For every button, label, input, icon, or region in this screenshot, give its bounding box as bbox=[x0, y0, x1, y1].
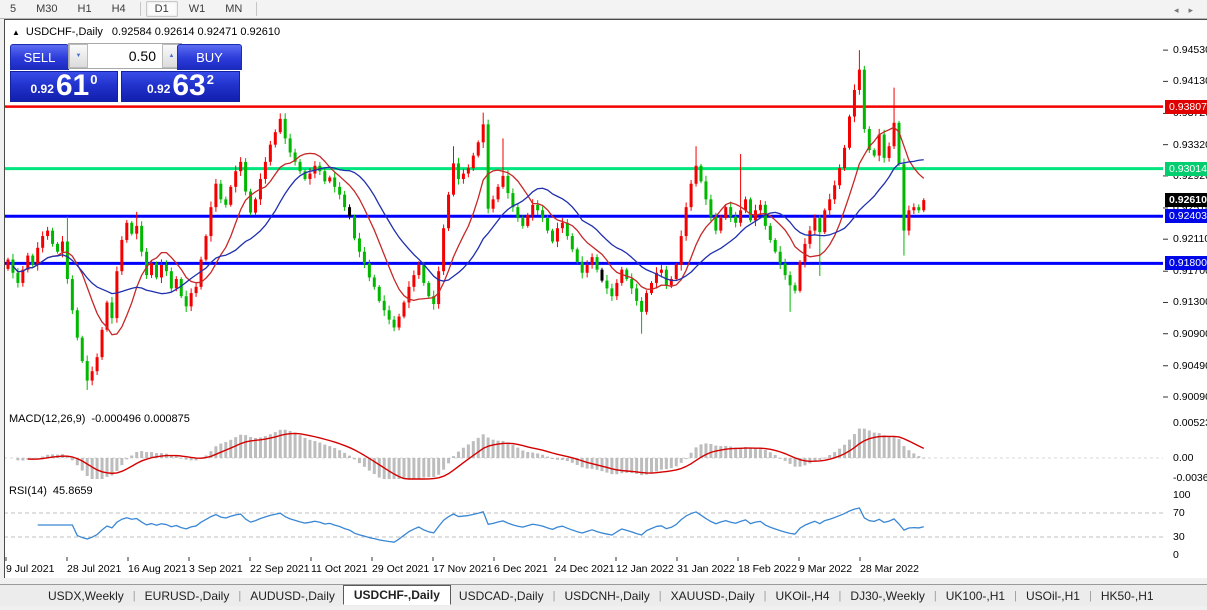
timeframe-button-h4[interactable]: H4 bbox=[103, 1, 135, 17]
timeframe-button-mn[interactable]: MN bbox=[216, 1, 251, 17]
date-label: 9 Mar 2022 bbox=[799, 563, 852, 575]
sell-price-display[interactable]: 0.92610 bbox=[10, 71, 118, 102]
timeframe-button-h1[interactable]: H1 bbox=[69, 1, 101, 17]
buy-button[interactable]: BUY bbox=[177, 44, 242, 70]
sell-price-base: 0.92 bbox=[31, 82, 54, 96]
date-label: 28 Mar 2022 bbox=[860, 563, 919, 575]
tab-eurusd-daily[interactable]: EURUSD-,Daily bbox=[137, 587, 238, 605]
sell-price-pip: 0 bbox=[90, 72, 97, 87]
date-label: 29 Oct 2021 bbox=[372, 563, 429, 575]
price-tick-label: 0.94130 bbox=[1173, 75, 1207, 87]
date-label: 22 Sep 2021 bbox=[250, 563, 310, 575]
tab-usdchf-daily[interactable]: USDCHF-,Daily bbox=[343, 585, 451, 605]
date-label: 12 Jan 2022 bbox=[616, 563, 674, 575]
tab-scroll-arrows: ◂▸ bbox=[1174, 5, 1203, 16]
date-label: 11 Oct 2021 bbox=[311, 563, 367, 575]
macd-indicator-label: MACD(12,26,9) -0.000496 0.000875 bbox=[9, 413, 190, 425]
price-level-badge: 0.93807 bbox=[1165, 100, 1207, 114]
price-tick-label: 0.90090 bbox=[1173, 391, 1207, 403]
ohlc-values: 0.92584 0.92614 0.92471 0.92610 bbox=[112, 26, 280, 38]
chart-canvas[interactable] bbox=[4, 19, 1207, 578]
date-label: 24 Dec 2021 bbox=[555, 563, 615, 575]
rsi-tick-label: 100 bbox=[1173, 489, 1191, 501]
tab-uk100-h1[interactable]: UK100-,H1 bbox=[938, 587, 1013, 605]
rsi-tick-label: 30 bbox=[1173, 531, 1185, 543]
timeframe-button-w1[interactable]: W1 bbox=[180, 1, 215, 17]
price-axis[interactable]: 0.945300.941300.937200.933200.929200.925… bbox=[1164, 19, 1207, 578]
date-label: 28 Jul 2021 bbox=[67, 563, 121, 575]
tab-usdx-weekly[interactable]: USDX,Weekly bbox=[40, 587, 132, 605]
macd-tick-label: -0.00362 bbox=[1173, 472, 1207, 484]
chart-bottom-border bbox=[4, 19, 1207, 20]
toolbar-separator bbox=[256, 2, 257, 16]
rsi-tick-label: 70 bbox=[1173, 507, 1185, 519]
price-level-badge: 0.92403 bbox=[1165, 209, 1207, 223]
price-level-badge: 0.91800 bbox=[1165, 256, 1207, 270]
price-tick-label: 0.94530 bbox=[1173, 44, 1207, 56]
one-click-trade-panel: SELL ▼ ▲ BUY 0.92610 0.92632 bbox=[10, 43, 240, 101]
price-tick-label: 0.90490 bbox=[1173, 360, 1207, 372]
date-label: 18 Feb 2022 bbox=[738, 563, 797, 575]
tab-usdcnh-daily[interactable]: USDCNH-,Daily bbox=[556, 587, 657, 605]
price-level-badge: 0.93014 bbox=[1165, 162, 1207, 176]
tab-dj30-weekly[interactable]: DJ30-,Weekly bbox=[842, 587, 932, 605]
timeframe-button-5[interactable]: 5 bbox=[1, 1, 25, 17]
volume-input[interactable] bbox=[88, 44, 162, 68]
date-label: 6 Dec 2021 bbox=[494, 563, 548, 575]
buy-price-pip: 2 bbox=[207, 72, 214, 87]
date-label: 31 Jan 2022 bbox=[677, 563, 735, 575]
volume-stepper: ▼ ▲ bbox=[68, 43, 182, 69]
toolbar-separator bbox=[140, 2, 141, 16]
chevron-up-icon: ▲ bbox=[169, 53, 175, 59]
macd-tick-label: 0.00523 bbox=[1173, 417, 1207, 429]
price-tick-label: 0.92110 bbox=[1173, 233, 1207, 245]
symbol-period-label: USDCHF-,Daily bbox=[26, 26, 103, 38]
rsi-tick-label: 0 bbox=[1173, 549, 1179, 561]
price-axis-separator bbox=[4, 19, 5, 578]
tab-usoil-h1[interactable]: USOil-,H1 bbox=[1018, 587, 1088, 605]
collapse-trade-panel-icon[interactable]: ▲ bbox=[12, 28, 20, 37]
mt4-window: 5M30H1H4 D1W1MN ▲ USDCHF-,Daily 0.92584 0.9… bbox=[0, 0, 1207, 610]
chart-area[interactable]: ▲ USDCHF-,Daily 0.92584 0.92614 0.92471 0.… bbox=[4, 19, 1207, 578]
date-label: 17 Nov 2021 bbox=[433, 563, 493, 575]
date-label: 3 Sep 2021 bbox=[189, 563, 243, 575]
timeframe-toolbar: 5M30H1H4 D1W1MN bbox=[0, 0, 1207, 19]
tab-scroll-right-button[interactable]: ▸ bbox=[1188, 5, 1203, 15]
buy-price-base: 0.92 bbox=[147, 82, 170, 96]
macd-name: MACD(12,26,9) bbox=[9, 413, 85, 425]
price-tick-label: 0.93320 bbox=[1173, 139, 1207, 151]
tab-audusd-daily[interactable]: AUDUSD-,Daily bbox=[242, 587, 343, 605]
tab-ukoil-h4[interactable]: UKOil-,H4 bbox=[768, 587, 838, 605]
date-axis[interactable]: 9 Jul 2021 28 Jul 2021 16 Aug 20213 Sep 20… bbox=[4, 558, 1164, 578]
timeframe-button-m30[interactable]: M30 bbox=[27, 1, 66, 17]
tab-xauusd-daily[interactable]: XAUUSD-,Daily bbox=[663, 587, 763, 605]
rsi-value: 45.8659 bbox=[53, 485, 93, 497]
timeframe-button-d1[interactable]: D1 bbox=[146, 1, 178, 17]
macd-tick-label: 0.00 bbox=[1173, 452, 1193, 464]
date-label: 9 Jul 2021 bbox=[6, 563, 54, 575]
tab-usdcad-daily[interactable]: USDCAD-,Daily bbox=[451, 587, 552, 605]
price-tick-label: 0.90900 bbox=[1173, 328, 1207, 340]
buy-price-big: 63 bbox=[172, 73, 205, 99]
chevron-down-icon: ▼ bbox=[76, 53, 82, 59]
rsi-indicator-label: RSI(14) 45.8659 bbox=[9, 485, 93, 497]
date-label: 16 Aug 2021 bbox=[128, 563, 187, 575]
rsi-name: RSI(14) bbox=[9, 485, 47, 497]
price-tick-label: 0.91300 bbox=[1173, 296, 1207, 308]
chart-title: ▲ USDCHF-,Daily 0.92584 0.92614 0.92471 0.… bbox=[12, 26, 280, 38]
sell-price-big: 61 bbox=[56, 73, 89, 99]
volume-decrease-button[interactable]: ▼ bbox=[69, 44, 88, 68]
buy-price-display[interactable]: 0.92632 bbox=[121, 71, 240, 102]
tab-hk50-h1[interactable]: HK50-,H1 bbox=[1093, 587, 1162, 605]
macd-values: -0.000496 0.000875 bbox=[91, 413, 189, 425]
current-price-badge: 0.92610 bbox=[1165, 193, 1207, 207]
sell-button[interactable]: SELL bbox=[10, 44, 69, 70]
chart-tab-bar: USDX,Weekly|EURUSD-,Daily|AUDUSD-,DailyU… bbox=[0, 584, 1207, 606]
tab-scroll-left-button[interactable]: ◂ bbox=[1174, 5, 1189, 15]
